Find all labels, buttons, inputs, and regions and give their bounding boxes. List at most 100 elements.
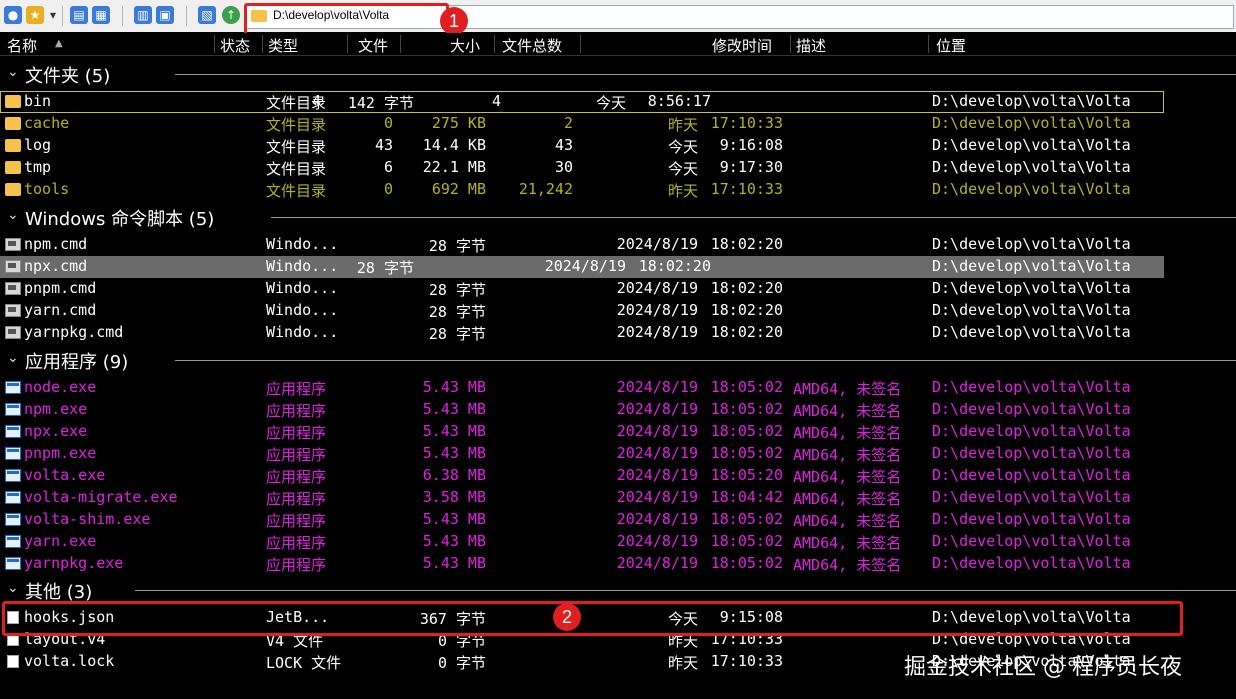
group-header[interactable]: ⌄ Windows 命令脚本 (5) (0, 205, 1236, 230)
column-divider[interactable] (214, 35, 215, 53)
cell-type: 应用程序 (266, 402, 327, 420)
cell-files: 43 (374, 136, 393, 154)
cell-time: 18:05:02 (710, 554, 783, 572)
list-item[interactable]: volta-migrate.exe 应用程序 3.58 MB 2024/8/19 18:… (0, 487, 1236, 509)
list-item[interactable]: npx.cmd Windo... 28 字节 2024/8/19 18:02:20 D:\… (0, 256, 1164, 278)
column-header-description[interactable]: 描述 (796, 35, 826, 56)
group-title: 文件夹 (5) (25, 66, 111, 87)
cell-date: 2024/8/19 (616, 422, 698, 440)
cell-time: 18:05:02 (710, 400, 783, 418)
up-folder-icon[interactable]: ↑ (222, 6, 240, 24)
chevron-down-icon[interactable]: ⌄ (7, 350, 19, 366)
list-item[interactable]: yarnpkg.cmd Windo... 28 字节 2024/8/19 18:02:2… (0, 322, 1236, 344)
column-divider[interactable] (494, 35, 495, 53)
tools-icon[interactable]: ▧ (198, 6, 216, 24)
cell-type: Windo... (266, 279, 339, 297)
exe-icon (5, 557, 21, 570)
cell-time: 17:10:33 (710, 180, 783, 198)
list-item[interactable]: npm.exe 应用程序 5.43 MB 2024/8/19 18:05:02 AMD64… (0, 399, 1236, 421)
cell-desc: AMD64, 未签名 (793, 556, 902, 574)
cell-name: npx.exe (24, 422, 88, 440)
cell-files: 0 (383, 114, 393, 132)
column-header-size[interactable]: 大小 (450, 35, 480, 56)
cell-date: 今天 (667, 160, 698, 178)
list-item[interactable]: yarnpkg.exe 应用程序 5.43 MB 2024/8/19 18:05:02 A… (0, 553, 1236, 575)
toolbar-divider (62, 6, 63, 26)
list-item[interactable]: pnpm.exe 应用程序 5.43 MB 2024/8/19 18:05:02 AMD6… (0, 443, 1236, 465)
column-header-location[interactable]: 位置 (936, 35, 966, 56)
new-window-icon[interactable]: ▤ (70, 6, 88, 24)
list-item[interactable]: bin 文件目录 4 142 字节 4 今天 8:56:17 D:\develop\volta… (0, 91, 1164, 113)
list-item[interactable]: npm.cmd Windo... 28 字节 2024/8/19 18:02:20 D:\… (0, 234, 1236, 256)
cell-name: cache (24, 114, 70, 132)
list-item[interactable]: npx.exe 应用程序 5.43 MB 2024/8/19 18:05:02 AMD64… (0, 421, 1236, 443)
cell-time: 18:02:20 (710, 301, 783, 319)
cell-size: 0 字节 (437, 654, 486, 672)
cell-loc: D:\develop\volta\Volta (932, 532, 1131, 550)
list-item[interactable]: yarn.cmd Windo... 28 字节 2024/8/19 18:02:20 D:… (0, 300, 1236, 322)
column-header-status[interactable]: 状态 (220, 35, 250, 56)
cell-name: npx.cmd (24, 257, 88, 275)
layout-icon[interactable]: ▦ (92, 6, 110, 24)
cmd-icon (5, 260, 21, 273)
folder-tree-icon[interactable]: ▥ (134, 6, 152, 24)
list-item[interactable]: log 文件目录 43 14.4 KB 43 今天 9:16:08 D:\develop\vo… (0, 135, 1236, 157)
exe-icon (5, 513, 21, 526)
group-header[interactable]: ⌄ 其他 (3) (0, 578, 1236, 603)
cell-size: 5.43 MB (422, 422, 486, 440)
cell-time: 18:02:20 (710, 323, 783, 341)
group-header[interactable]: ⌄ 应用程序 (9) (0, 348, 1236, 373)
group-header[interactable]: ⌄ 文件夹 (5) (0, 62, 1236, 87)
cell-loc: D:\develop\volta\Volta (932, 510, 1131, 528)
toolbar-divider (186, 6, 187, 26)
cell-date: 2024/8/19 (616, 279, 698, 297)
list-item[interactable]: cache 文件目录 0 275 KB 2 昨天 17:10:33 D:\develop\vo… (0, 113, 1236, 135)
cell-size: 142 字节 (347, 94, 414, 112)
list-item[interactable]: volta.exe 应用程序 6.38 MB 2024/8/19 18:05:20 AMD… (0, 465, 1236, 487)
cell-date: 昨天 (667, 116, 698, 134)
list-item[interactable]: volta-shim.exe 应用程序 5.43 MB 2024/8/19 18:05:… (0, 509, 1236, 531)
list-item[interactable]: pnpm.cmd Windo... 28 字节 2024/8/19 18:02:20 D:… (0, 278, 1236, 300)
column-header-name[interactable]: 名称 (7, 35, 37, 56)
cell-time: 18:05:02 (710, 378, 783, 396)
cell-type: 应用程序 (266, 446, 327, 464)
cell-loc: D:\develop\volta\Volta (932, 488, 1131, 506)
column-divider[interactable] (262, 35, 263, 53)
exe-icon (5, 535, 21, 548)
column-header-modified[interactable]: 修改时间 (712, 35, 772, 56)
cell-size: 5.43 MB (422, 378, 486, 396)
file-icon (7, 655, 19, 668)
cell-loc: D:\develop\volta\Volta (932, 257, 1131, 275)
list-item[interactable]: tmp 文件目录 6 22.1 MB 30 今天 9:17:30 D:\develop\vol… (0, 157, 1236, 179)
list-item[interactable]: node.exe 应用程序 5.43 MB 2024/8/19 18:05:02 AMD6… (0, 377, 1236, 399)
exe-icon (5, 491, 21, 504)
column-divider[interactable] (928, 35, 929, 53)
chevron-down-icon[interactable]: ⌄ (7, 64, 19, 80)
computer-icon[interactable]: ▣ (156, 6, 174, 24)
cell-loc: D:\develop\volta\Volta (932, 92, 1131, 110)
column-divider[interactable] (400, 35, 401, 53)
cell-size: 28 字节 (356, 259, 414, 277)
column-divider[interactable] (347, 35, 348, 53)
column-divider[interactable] (790, 35, 791, 53)
column-header: 名称 ▲ 状态 类型 文件 大小 文件总数 修改时间 描述 位置 (0, 33, 1236, 56)
column-divider[interactable] (580, 35, 581, 53)
column-header-total[interactable]: 文件总数 (502, 35, 562, 56)
cell-total: 21,242 (518, 180, 573, 198)
column-header-type[interactable]: 类型 (268, 35, 298, 56)
cell-date: 2024/8/19 (616, 510, 698, 528)
favorites-icon[interactable]: ★ (26, 6, 44, 24)
list-item[interactable]: yarn.exe 应用程序 5.43 MB 2024/8/19 18:05:02 AMD6… (0, 531, 1236, 553)
cell-size: 5.43 MB (422, 400, 486, 418)
cell-type: 应用程序 (266, 468, 327, 486)
cmd-icon (5, 326, 21, 339)
chevron-down-icon[interactable]: ⌄ (7, 580, 19, 596)
dropdown-icon[interactable]: ▾ (48, 6, 58, 24)
toolbar-divider (122, 6, 123, 26)
chevron-down-icon[interactable]: ⌄ (7, 207, 19, 223)
back-icon[interactable]: ● (4, 6, 22, 24)
list-item[interactable]: tools 文件目录 0 692 MB 21,242 昨天 17:10:33 D:\devel… (0, 179, 1236, 201)
column-header-files[interactable]: 文件 (358, 35, 388, 56)
cell-desc: AMD64, 未签名 (793, 380, 902, 398)
cell-loc: D:\develop\volta\Volta (932, 279, 1131, 297)
